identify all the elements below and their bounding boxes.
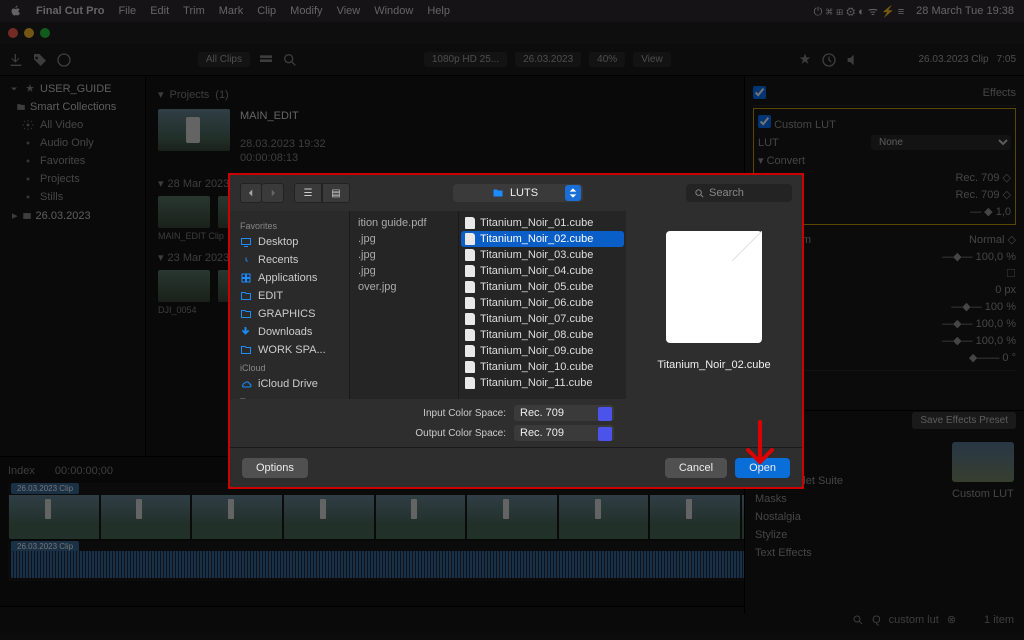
open-file-dialog: ☰ ▤ LUTS Search Favorites DesktopRecents… (228, 173, 804, 489)
chevron-updown-icon (565, 185, 581, 201)
chevron-right-icon (268, 188, 278, 198)
dialog-column-parent: ition guide.pdf.jpg.jpg.jpgover.jpg (350, 211, 458, 399)
sidebar-favorite[interactable]: EDIT (234, 287, 345, 305)
sidebar-favorite[interactable]: Applications (234, 269, 345, 287)
search-icon (694, 188, 705, 199)
column-item[interactable]: .jpg (354, 231, 454, 247)
dialog-file-column: Titanium_Noir_01.cubeTitanium_Noir_02.cu… (458, 211, 626, 399)
preview-file-name: Titanium_Noir_02.cube (657, 359, 770, 371)
view-list-button[interactable]: ▤ (322, 183, 350, 203)
open-button[interactable]: Open (735, 458, 790, 478)
document-icon (465, 329, 475, 341)
document-icon (465, 249, 475, 261)
folder-icon (240, 272, 252, 284)
sidebar-favorite[interactable]: GRAPHICS (234, 305, 345, 323)
file-item[interactable]: Titanium_Noir_11.cube (459, 375, 626, 391)
view-columns-button[interactable]: ☰ (294, 183, 322, 203)
input-colorspace-label: Input Color Space: (396, 408, 506, 419)
file-item[interactable]: Titanium_Noir_07.cube (459, 311, 626, 327)
document-icon (465, 265, 475, 277)
document-icon (465, 233, 475, 245)
document-icon (465, 361, 475, 373)
location-popup[interactable]: LUTS (453, 184, 583, 202)
cancel-button[interactable]: Cancel (665, 458, 727, 478)
file-item[interactable]: Titanium_Noir_03.cube (459, 247, 626, 263)
file-item[interactable]: Titanium_Noir_04.cube (459, 263, 626, 279)
document-icon (465, 345, 475, 357)
preview-file-icon (666, 231, 762, 343)
sidebar-favorite[interactable]: Recents (234, 251, 345, 269)
output-colorspace-select[interactable]: Rec. 709 (514, 425, 614, 441)
document-icon (465, 377, 475, 389)
folder-icon (240, 308, 252, 320)
folder-icon (240, 254, 252, 266)
column-item[interactable]: ition guide.pdf (354, 215, 454, 231)
document-icon (465, 313, 475, 325)
folder-icon (240, 344, 252, 356)
sidebar-favorite[interactable]: WORK SPA... (234, 341, 345, 359)
file-item[interactable]: Titanium_Noir_05.cube (459, 279, 626, 295)
chevron-left-icon (246, 188, 256, 198)
dialog-sidebar: Favorites DesktopRecentsApplicationsEDIT… (230, 211, 350, 399)
file-item[interactable]: Titanium_Noir_10.cube (459, 359, 626, 375)
output-colorspace-label: Output Color Space: (396, 428, 506, 439)
document-icon (465, 217, 475, 229)
folder-icon (240, 236, 252, 248)
column-item[interactable]: .jpg (354, 247, 454, 263)
file-item[interactable]: Titanium_Noir_08.cube (459, 327, 626, 343)
column-item[interactable]: over.jpg (354, 279, 454, 295)
dialog-preview: Titanium_Noir_02.cube (626, 211, 802, 399)
file-item[interactable]: Titanium_Noir_09.cube (459, 343, 626, 359)
folder-icon (240, 326, 252, 338)
nav-forward-button[interactable] (262, 183, 284, 203)
nav-back-button[interactable] (240, 183, 262, 203)
icloud-header: iCloud (234, 359, 345, 375)
file-item[interactable]: Titanium_Noir_06.cube (459, 295, 626, 311)
folder-icon (492, 187, 504, 199)
column-item[interactable]: .jpg (354, 263, 454, 279)
favorites-header: Favorites (234, 217, 345, 233)
cloud-icon (240, 378, 252, 390)
dialog-search[interactable]: Search (686, 184, 792, 202)
sidebar-favorite[interactable]: Desktop (234, 233, 345, 251)
input-colorspace-select[interactable]: Rec. 709 (514, 405, 614, 421)
folder-icon (240, 290, 252, 302)
document-icon (465, 297, 475, 309)
sidebar-favorite[interactable]: Downloads (234, 323, 345, 341)
document-icon (465, 281, 475, 293)
options-button[interactable]: Options (242, 458, 308, 478)
file-item[interactable]: Titanium_Noir_02.cube (461, 231, 624, 247)
file-item[interactable]: Titanium_Noir_01.cube (459, 215, 626, 231)
sidebar-icloud[interactable]: iCloud Drive (234, 375, 345, 393)
